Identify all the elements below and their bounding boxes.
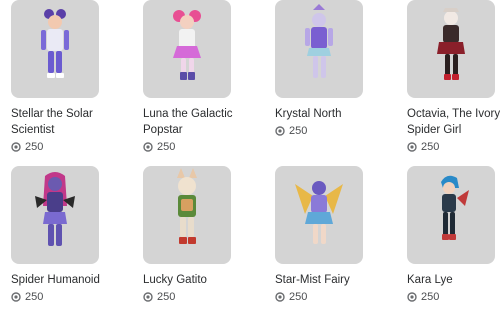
catalog-item-card[interactable]: Octavia, The Ivory Spider Girl 250 — [407, 0, 500, 154]
price-value: 250 — [157, 291, 176, 303]
robux-icon — [11, 292, 21, 302]
catalog-item-card[interactable]: Lucky Gatito 250 — [143, 166, 263, 304]
item-price: 250 — [11, 140, 131, 154]
avatar-figure-icon — [35, 172, 75, 246]
item-price: 250 — [275, 290, 395, 304]
item-price: 250 — [407, 290, 500, 304]
robux-icon — [407, 292, 417, 302]
price-value: 250 — [421, 141, 440, 153]
avatar-figure-icon — [305, 4, 333, 78]
item-thumbnail[interactable] — [143, 166, 231, 264]
item-name[interactable]: Stellar the Solar Scientist — [11, 106, 111, 138]
price-value: 250 — [421, 291, 440, 303]
catalog-item-card[interactable]: Stellar the Solar Scientist 250 — [11, 0, 131, 154]
avatar-figure-icon — [173, 10, 201, 80]
avatar-figure-icon — [41, 9, 69, 78]
avatar-figure-icon — [437, 8, 465, 80]
catalog-item-card[interactable]: Star-Mist Fairy 250 — [275, 166, 395, 304]
catalog-item-card[interactable]: Spider Humanoid 250 — [11, 166, 131, 304]
item-thumbnail[interactable] — [407, 166, 495, 264]
price-value: 250 — [289, 291, 308, 303]
item-name[interactable]: Kara Lye — [407, 272, 500, 288]
avatar-figure-icon — [295, 181, 343, 244]
price-value: 250 — [289, 125, 308, 137]
item-price: 250 — [11, 290, 131, 304]
item-thumbnail[interactable] — [143, 0, 231, 98]
item-price: 250 — [275, 124, 395, 138]
price-value: 250 — [157, 141, 176, 153]
robux-icon — [11, 142, 21, 152]
item-thumbnail[interactable] — [275, 166, 363, 264]
robux-icon — [407, 142, 417, 152]
item-price: 250 — [143, 290, 263, 304]
price-value: 250 — [25, 141, 44, 153]
avatar-figure-icon — [177, 168, 197, 244]
item-name[interactable]: Luna the Galactic Popstar — [143, 106, 243, 138]
catalog-item-card[interactable]: Kara Lye 250 — [407, 166, 500, 304]
catalog-item-card[interactable]: Krystal North 250 — [275, 0, 395, 138]
avatar-figure-icon — [441, 175, 469, 240]
robux-icon — [143, 292, 153, 302]
catalog-grid: Stellar the Solar Scientist 250 Luna the… — [0, 0, 500, 313]
item-price: 250 — [407, 140, 500, 154]
robux-icon — [275, 126, 285, 136]
item-name[interactable]: Krystal North — [275, 106, 375, 122]
robux-icon — [275, 292, 285, 302]
item-name[interactable]: Star-Mist Fairy — [275, 272, 375, 288]
item-name[interactable]: Lucky Gatito — [143, 272, 243, 288]
item-thumbnail[interactable] — [275, 0, 363, 98]
item-name[interactable]: Spider Humanoid — [11, 272, 111, 288]
item-thumbnail[interactable] — [11, 0, 99, 98]
item-thumbnail[interactable] — [407, 0, 495, 98]
item-name[interactable]: Octavia, The Ivory Spider Girl — [407, 106, 500, 138]
catalog-item-card[interactable]: Luna the Galactic Popstar 250 — [143, 0, 263, 154]
item-thumbnail[interactable] — [11, 166, 99, 264]
price-value: 250 — [25, 291, 44, 303]
robux-icon — [143, 142, 153, 152]
item-price: 250 — [143, 140, 263, 154]
